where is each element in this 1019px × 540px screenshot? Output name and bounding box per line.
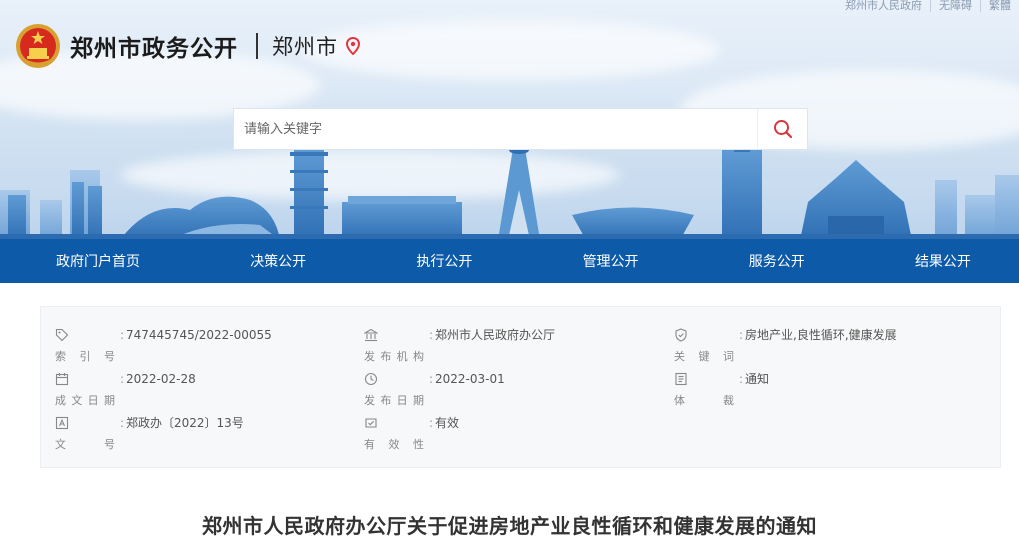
nav-execution-disclosure[interactable]: 执行公开 [416, 251, 472, 271]
city-selector[interactable]: 郑州市 [272, 31, 338, 61]
title-divider [256, 33, 258, 59]
gov-portal-link[interactable]: 郑州市人民政府 [837, 0, 930, 12]
meta-label: 发布机构 [364, 350, 424, 363]
meta-label: 文号 [55, 438, 115, 451]
search-icon [773, 120, 792, 139]
meta-value: 房地产业,良性循环,健康发展 [745, 328, 897, 342]
doc-letter-icon [55, 416, 69, 430]
meta-created-date: : 2022-02-28 成文日期 [55, 372, 355, 412]
traditional-chinese-link[interactable]: 繁體 [981, 0, 1019, 12]
document-title: 郑州市人民政府办公厅关于促进房地产业良性循环和健康发展的通知 [202, 514, 817, 538]
meta-colon: : [120, 328, 125, 342]
nav-service-disclosure[interactable]: 服务公开 [749, 251, 805, 271]
meta-value: 通知 [745, 372, 770, 386]
meta-value: 郑政办〔2022〕13号 [126, 416, 244, 430]
meta-label: 发布日期 [364, 394, 424, 407]
meta-label: 成文日期 [55, 394, 115, 407]
accessibility-link[interactable]: 无障碍 [931, 0, 980, 12]
emblem-icon [16, 24, 60, 68]
meta-value: 747445745/2022-00055 [126, 328, 272, 342]
meta-keywords: : 房地产业,良性循环,健康发展 关键词 [674, 328, 974, 368]
nav-result-disclosure[interactable]: 结果公开 [915, 251, 971, 271]
meta-value: 有效 [435, 416, 460, 430]
header-banner: 郑州市人民政府 无障碍 繁體 郑州市政务公开 郑州市 [0, 0, 1019, 240]
shield-icon [675, 328, 687, 342]
meta-colon: : [739, 328, 744, 342]
top-utility-bar: 郑州市人民政府 无障碍 繁體 [837, 0, 1019, 12]
badge-check-icon [365, 418, 377, 428]
meta-colon: : [120, 372, 125, 386]
meta-document-number: : 郑政办〔2022〕13号 文号 [55, 416, 355, 456]
nav-home[interactable]: 政府门户首页 [56, 251, 140, 271]
meta-colon: : [429, 416, 434, 430]
meta-label: 有效性 [364, 438, 424, 451]
main-nav: 政府门户首页 决策公开 执行公开 管理公开 服务公开 结果公开 [0, 239, 1019, 283]
nav-decision-disclosure[interactable]: 决策公开 [250, 251, 306, 271]
meta-colon: : [429, 372, 434, 386]
meta-carrier: : 通知 体裁 [674, 372, 974, 412]
meta-publisher: : 郑州市人民政府办公厅 发布机构 [364, 328, 664, 368]
site-logo[interactable]: 郑州市政务公开 郑州市 [14, 22, 360, 70]
meta-value: 2022-03-01 [435, 372, 505, 386]
location-pin-icon[interactable] [346, 37, 360, 55]
book-icon [675, 372, 687, 386]
meta-validity: : 有效 有效性 [364, 416, 664, 456]
meta-label: 关键词 [674, 350, 734, 363]
calendar-icon [55, 373, 69, 386]
bank-icon [364, 328, 378, 342]
search-button[interactable] [757, 109, 807, 149]
site-title: 郑州市政务公开 [70, 36, 238, 62]
search-input[interactable] [234, 109, 757, 149]
meta-index-number: : 747445745/2022-00055 索引号 [55, 328, 355, 368]
nav-management-disclosure[interactable]: 管理公开 [583, 251, 639, 271]
meta-value: 郑州市人民政府办公厅 [435, 328, 556, 342]
meta-label: 索引号 [55, 350, 115, 363]
meta-published-date: : 2022-03-01 发布日期 [364, 372, 664, 412]
document-meta-card: : 747445745/2022-00055 索引号 : 郑州市人民政府办公厅 … [40, 306, 1001, 468]
meta-colon: : [739, 372, 744, 386]
meta-label: 体裁 [674, 394, 734, 407]
meta-value: 2022-02-28 [126, 372, 196, 386]
meta-colon: : [120, 416, 125, 430]
meta-colon: : [429, 328, 434, 342]
cloud-decoration [300, 20, 720, 80]
clock-icon [364, 372, 378, 386]
search-bar [233, 108, 808, 150]
tag-icon [55, 328, 69, 342]
